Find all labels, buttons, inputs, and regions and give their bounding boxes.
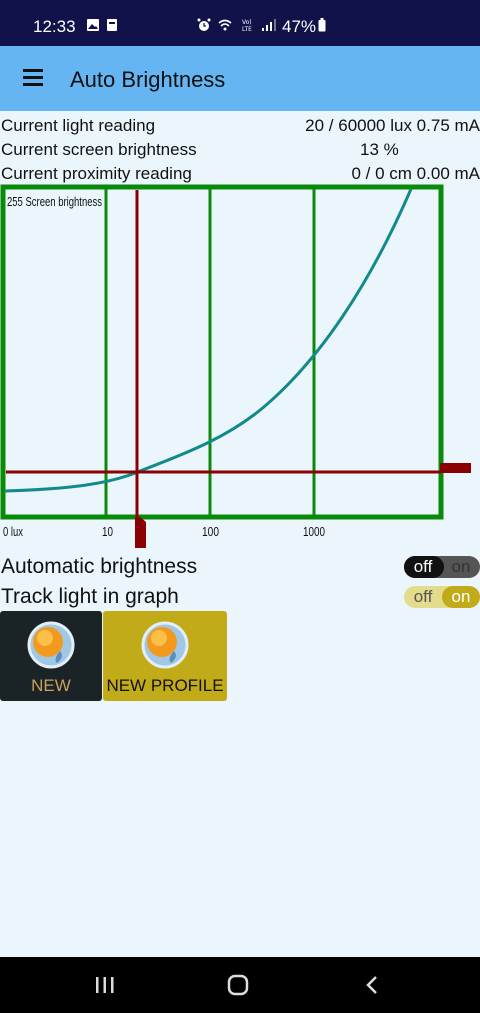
brightness-curve [4, 188, 413, 493]
new-button[interactable]: NEW [0, 611, 102, 701]
graph-frame [0, 184, 444, 520]
toggle-on-label: on [451, 587, 471, 606]
automatic-brightness-toggle[interactable]: off on [404, 556, 480, 578]
svg-text:Vo): Vo) [242, 19, 252, 26]
system-nav-bar [0, 957, 480, 1013]
hamburger-menu-icon[interactable] [20, 66, 46, 92]
track-light-row: Track light in graph off on [0, 583, 480, 611]
toggle-on-label: on [451, 557, 471, 576]
track-light-label: Track light in graph [1, 585, 179, 608]
graph-x-tick-0: 0 lux [3, 524, 23, 539]
home-icon[interactable] [227, 974, 249, 996]
light-marker-handle[interactable] [135, 517, 146, 548]
status-bar: 12:33 Vo) LTE 47% [0, 0, 480, 46]
app-title: Auto Brightness [70, 67, 226, 92]
gallery-icon [87, 19, 99, 31]
toggle-off-label: off [413, 557, 433, 576]
brightness-marker-handle[interactable] [440, 463, 471, 473]
screen-brightness-row: Current screen brightness 13 % [0, 137, 480, 161]
light-reading-label: Current light reading [1, 116, 156, 135]
new-profile-button[interactable]: NEW PROFILE [103, 611, 227, 701]
automatic-brightness-row: Automatic brightness off on [0, 553, 480, 581]
screen-brightness-label: Current screen brightness [1, 140, 197, 159]
volte-icon: Vo) LTE [242, 19, 252, 32]
status-time: 12:33 [33, 17, 76, 36]
alarm-icon [197, 18, 211, 31]
brightness-graph[interactable]: 255 Screen brightness 0 lux 10 100 1000 [0, 184, 480, 552]
toggle-off-label: off [413, 587, 433, 606]
graph-x-tick-10: 10 [102, 524, 113, 539]
graph-x-tick-1000: 1000 [303, 524, 325, 539]
back-icon[interactable] [364, 975, 380, 995]
graph-x-tick-100: 100 [202, 524, 219, 539]
light-reading-row: Current light reading 20 / 60000 lux 0.7… [0, 113, 480, 137]
notification-icon [107, 19, 117, 31]
battery-percentage: 47% [282, 17, 317, 36]
graph-y-label: 255 Screen brightness [7, 194, 102, 209]
track-light-toggle[interactable]: off on [404, 586, 480, 608]
signal-icon [262, 19, 276, 31]
screen-brightness-value: 13 % [360, 140, 399, 159]
svg-text:LTE: LTE [242, 26, 252, 32]
proximity-reading-row: Current proximity reading 0 / 0 cm 0.00 … [0, 161, 480, 185]
light-reading-value: 20 / 60000 lux 0.75 mA [305, 116, 480, 135]
proximity-reading-value: 0 / 0 cm 0.00 mA [351, 164, 480, 183]
new-button-label: NEW [31, 676, 71, 695]
sun-globe-icon [141, 621, 189, 669]
new-profile-button-label: NEW PROFILE [106, 676, 224, 695]
recents-icon[interactable] [94, 975, 116, 995]
sun-globe-icon [27, 621, 75, 669]
wifi-icon [218, 19, 232, 31]
app-bar: Auto Brightness [0, 46, 480, 111]
proximity-reading-label: Current proximity reading [1, 164, 192, 183]
battery-icon [318, 18, 326, 32]
automatic-brightness-label: Automatic brightness [1, 555, 198, 578]
